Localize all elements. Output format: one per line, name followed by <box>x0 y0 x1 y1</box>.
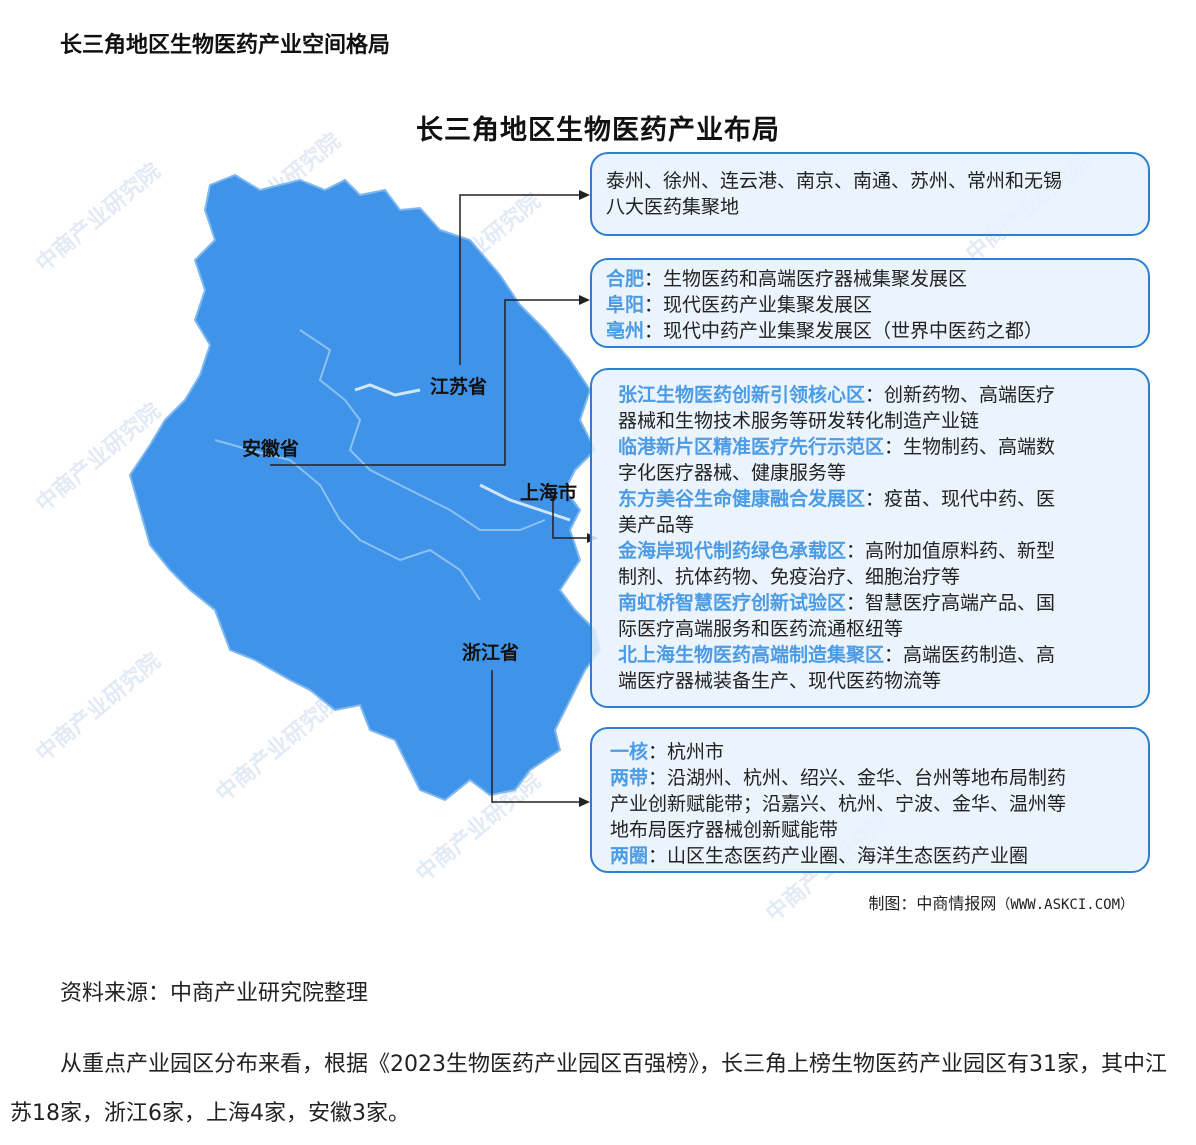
shanghai-item: 金海岸现代制药绿色承载区：高附加值原料药、新型 <box>618 538 1134 564</box>
province-label-zhejiang: 浙江省 <box>462 642 520 664</box>
anhui-item-name: 阜阳 <box>606 294 645 316</box>
shanghai-item-cont: 端医疗器械装备生产、现代医药物流等 <box>618 670 942 692</box>
shanghai-item-text: ：高附加值原料药、新型 <box>846 540 1056 562</box>
shanghai-box: 张江生物医药创新引领核心区：创新药物、高端医疗 器械和生物技术服务等研发转化制造… <box>590 368 1150 708</box>
zhejiang-item-text: ：杭州市 <box>648 741 725 763</box>
shanghai-item-name: 北上海生物医药高端制造集聚区 <box>618 644 885 666</box>
shanghai-item-text: ：疫苗、现代中药、医 <box>865 488 1056 510</box>
anhui-item-text: ：现代医药产业集聚发展区 <box>644 294 873 316</box>
province-label-jiangsu: 江苏省 <box>430 376 488 398</box>
anhui-item-name: 亳州 <box>606 320 645 342</box>
zhejiang-box: 一核：杭州市 两带：沿湖州、杭州、绍兴、金华、台州等地布局制药 产业创新赋能带；… <box>590 727 1150 873</box>
shanghai-item-cont: 制剂、抗体药物、免疫治疗、细胞治疗等 <box>618 566 961 588</box>
shanghai-item-cont: 美产品等 <box>618 514 695 536</box>
shanghai-item-name: 张江生物医药创新引领核心区 <box>618 384 866 406</box>
zhejiang-item-text: ：沿湖州、杭州、绍兴、金华、台州等地布局制药 <box>648 767 1067 789</box>
province-label-anhui: 安徽省 <box>242 438 300 460</box>
zhejiang-item: 一核：杭州市 <box>610 739 1134 765</box>
jiangsu-box: 泰州、徐州、连云港、南京、南通、苏州、常州和无锡 八大医药集聚地 <box>590 152 1150 236</box>
anhui-item: 阜阳：现代医药产业集聚发展区 <box>606 292 1134 318</box>
zhejiang-item-cont: 产业创新赋能带；沿嘉兴、杭州、宁波、金华、温州等 <box>610 793 1067 815</box>
layout-figure: 中商产业研究院 中商产业研究院 中商产业研究院 中商产业研究院 中商产业研究院 … <box>0 90 1196 930</box>
shanghai-item-cont: 器械和生物技术服务等研发转化制造产业链 <box>618 410 980 432</box>
shanghai-item-text: ：生物制药、高端数 <box>884 436 1056 458</box>
zhejiang-item-name: 一核 <box>610 741 649 763</box>
jiangsu-line: 八大医药集聚地 <box>606 196 740 218</box>
zhejiang-item: 两带：沿湖州、杭州、绍兴、金华、台州等地布局制药 <box>610 765 1134 791</box>
shanghai-item-cont: 际医疗高端服务和医药流通枢纽等 <box>618 618 904 640</box>
jiangsu-line: 泰州、徐州、连云港、南京、南通、苏州、常州和无锡 <box>606 170 1063 192</box>
anhui-item-name: 合肥 <box>606 268 645 290</box>
figure-title: 长三角地区生物医药产业布局 <box>416 115 780 146</box>
shanghai-item-cont: 字化医疗器械、健康服务等 <box>618 462 847 484</box>
shanghai-item: 临港新片区精准医疗先行示范区：生物制药、高端数 <box>618 434 1134 460</box>
zhejiang-item-text: ：山区生态医药产业圈、海洋生态医药产业圈 <box>648 845 1029 867</box>
shanghai-item-name: 南虹桥智慧医疗创新试验区 <box>618 592 847 614</box>
shanghai-item-text: ：创新药物、高端医疗 <box>865 384 1056 406</box>
zhejiang-item-cont: 地布局医疗器械创新赋能带 <box>610 819 839 841</box>
shanghai-item-name: 金海岸现代制药绿色承载区 <box>618 540 847 562</box>
anhui-box: 合肥：生物医药和高端医疗器械集聚发展区 阜阳：现代医药产业集聚发展区 亳州：现代… <box>590 258 1150 348</box>
shanghai-item: 南虹桥智慧医疗创新试验区：智慧医疗高端产品、国 <box>618 590 1134 616</box>
section-heading: 长三角地区生物医药产业空间格局 <box>60 33 391 58</box>
credit-url: （WWW.ASKCI.COM） <box>996 897 1134 913</box>
credit-label: 制图：中商情报网 <box>868 894 997 913</box>
anhui-item-text: ：生物医药和高端医疗器械集聚发展区 <box>644 268 968 290</box>
anhui-item: 合肥：生物医药和高端医疗器械集聚发展区 <box>606 266 1134 292</box>
shanghai-item-name: 东方美谷生命健康融合发展区 <box>618 488 866 510</box>
anhui-item: 亳州：现代中药产业集聚发展区（世界中医药之都） <box>606 318 1134 344</box>
province-label-shanghai: 上海市 <box>520 482 578 504</box>
zhejiang-item-name: 两圈 <box>610 845 649 867</box>
shanghai-item-name: 临港新片区精准医疗先行示范区 <box>618 436 885 458</box>
zhejiang-item: 两圈：山区生态医药产业圈、海洋生态医药产业圈 <box>610 843 1134 869</box>
shanghai-item-text: ：智慧医疗高端产品、国 <box>846 592 1056 614</box>
shanghai-item: 北上海生物医药高端制造集聚区：高端医药制造、高 <box>618 642 1134 668</box>
source-note: 资料来源：中商产业研究院整理 <box>60 981 369 1006</box>
figure-credit: 制图：中商情报网（WWW.ASKCI.COM） <box>868 890 1134 914</box>
shanghai-item-text: ：高端医药制造、高 <box>884 644 1056 666</box>
shanghai-item: 张江生物医药创新引领核心区：创新药物、高端医疗 <box>618 382 1134 408</box>
body-paragraph: 从重点产业园区分布来看，根据《2023生物医药产业园区百强榜》，长三角上榜生物医… <box>10 1052 1167 1126</box>
shanghai-item: 东方美谷生命健康融合发展区：疫苗、现代中药、医 <box>618 486 1134 512</box>
zhejiang-item-name: 两带 <box>610 767 649 789</box>
anhui-item-text: ：现代中药产业集聚发展区（世界中医药之都） <box>644 320 1044 342</box>
